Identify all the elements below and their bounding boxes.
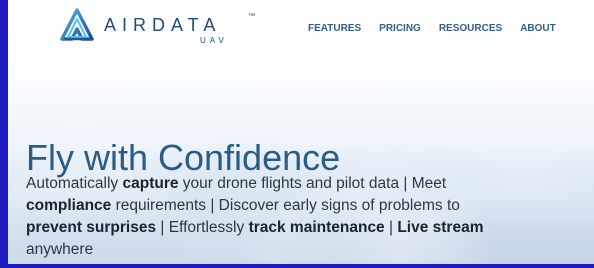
main-navigation: FEATURES PRICING RESOURCES ABOUT [308, 21, 556, 35]
hero-line-2-text-1: requirements | Discover early signs of p… [111, 197, 460, 214]
nav-about[interactable]: ABOUT [520, 23, 556, 34]
hero-line-3-bold-1: prevent surprises [26, 219, 157, 236]
hero-line-2-bold-1: compliance [26, 197, 112, 214]
nav-features[interactable]: FEATURES [308, 23, 361, 34]
brand-subtitle: UAV [200, 36, 228, 45]
hero-line-3-bold-2: track maintenance [248, 219, 385, 236]
trademark-mark: ™ [248, 13, 255, 20]
hero-line-3-text-1: | Effortlessly [156, 219, 249, 236]
nav-pricing[interactable]: PRICING [379, 23, 421, 34]
airdata-logo-icon [60, 8, 94, 41]
page-frame: AIRDATA ™ UAV FEATURES PRICING RESOURCES… [8, 0, 594, 264]
brand-logo[interactable]: AIRDATA ™ UAV [58, 8, 278, 50]
hero-line-2: compliance requirements | Discover early… [26, 195, 571, 217]
hero-line-3-text-2: | [384, 219, 398, 236]
hero-line-1-text-2: your drone flights and pilot data | Meet [178, 175, 447, 192]
hero-line-3-bold-3: Live stream [397, 219, 484, 236]
hero-line-1-bold-1: capture [122, 175, 179, 192]
site-header: AIRDATA ™ UAV FEATURES PRICING RESOURCES… [8, 0, 594, 56]
hero-description: Automatically capture your drone flights… [26, 173, 571, 261]
nav-resources[interactable]: RESOURCES [439, 23, 502, 34]
hero-line-3: prevent surprises | Effortlessly track m… [26, 217, 571, 239]
hero-line-4-text-1: anywhere [26, 241, 94, 258]
brand-name: AIRDATA [104, 15, 222, 35]
hero-line-4: anywhere [26, 239, 571, 261]
hero-line-1: Automatically capture your drone flights… [26, 173, 571, 195]
hero-line-1-text-1: Automatically [26, 175, 123, 192]
